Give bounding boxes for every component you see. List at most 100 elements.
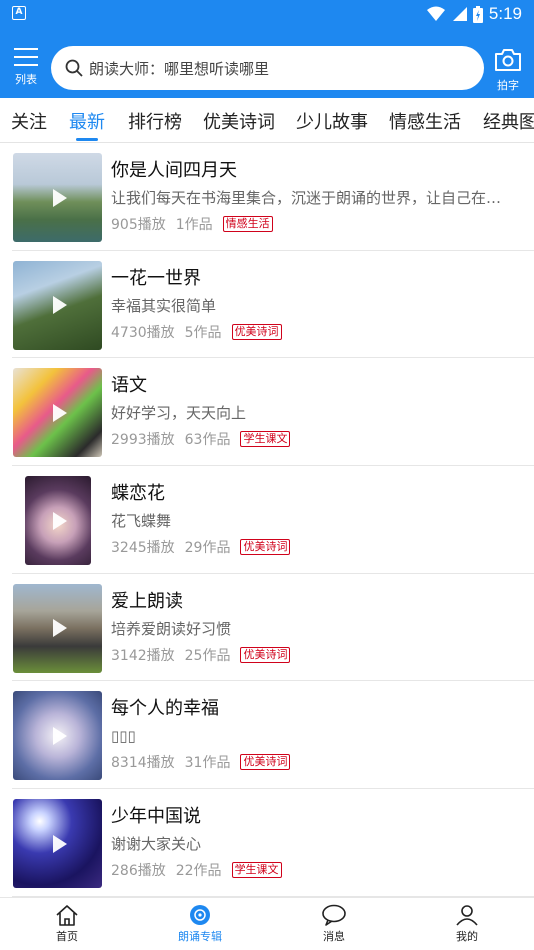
album-cover <box>13 153 102 242</box>
play-icon <box>52 619 67 638</box>
album-meta: 4730播放 5作品 优美诗词 <box>111 322 522 342</box>
status-icons: 5:19 <box>426 4 522 24</box>
work-count: 5作品 <box>184 324 222 341</box>
tab-emotional-life[interactable]: 情感生活 <box>389 108 461 134</box>
tab-classics[interactable]: 经典图 <box>483 108 534 134</box>
clock: 5:19 <box>488 4 522 23</box>
work-count: 1作品 <box>175 217 213 233</box>
album-info: 蝶恋花 花飞蝶舞 3245播放 29作品 优美诗词 <box>111 482 522 557</box>
menu-label: 列表 <box>15 73 37 86</box>
home-icon <box>56 905 78 926</box>
album-cover <box>25 476 91 566</box>
album-meta: 8314播放 31作品 优美诗词 <box>111 752 522 772</box>
camera-button[interactable]: 拍字 <box>492 48 524 92</box>
play-count: 905播放 <box>111 217 166 233</box>
play-count: 2993播放 <box>111 432 175 449</box>
category-tag[interactable]: 优美诗词 <box>240 754 291 771</box>
nav-profile[interactable]: 我的 <box>427 904 507 944</box>
play-count: 8314播放 <box>111 755 175 772</box>
work-count: 29作品 <box>184 540 231 557</box>
album-meta: 3142播放 25作品 优美诗词 <box>111 645 522 665</box>
play-count: 4730播放 <box>111 324 175 341</box>
play-icon <box>52 188 67 207</box>
search-placeholder: 朗读大师：哪里想听读哪里 <box>89 59 270 78</box>
album-info: 语文 好好学习，天天向上 2993播放 63作品 学生课文 <box>111 374 522 449</box>
album-cover <box>13 368 102 458</box>
list-item[interactable]: 蝶恋花 花飞蝶舞 3245播放 29作品 优美诗词 <box>12 466 534 574</box>
category-tag[interactable]: 学生课文 <box>240 431 291 448</box>
album-info: 每个人的幸福 ▯▯▯ 8314播放 31作品 优美诗词 <box>111 697 522 772</box>
play-icon <box>52 726 67 745</box>
category-tag[interactable]: 优美诗词 <box>240 539 291 556</box>
tab-ranking[interactable]: 排行榜 <box>128 108 182 134</box>
tab-latest[interactable]: 最新 <box>69 108 105 134</box>
nav-messages[interactable]: 消息 <box>294 904 374 944</box>
category-tag[interactable]: 情感生活 <box>222 216 273 232</box>
play-count: 3142播放 <box>111 647 175 664</box>
category-tag[interactable]: 学生课文 <box>231 862 282 879</box>
camera-icon <box>495 49 521 71</box>
album-list: 你是人间四月天 让我们每天在书海里集合，沉迷于朗诵的世界，让自己在… 905播放… <box>0 143 534 897</box>
category-tag[interactable]: 优美诗词 <box>240 646 291 663</box>
nav-home[interactable]: 首页 <box>27 904 107 944</box>
nav-albums[interactable]: 朗诵专辑 <box>160 904 240 944</box>
album-meta: 286播放 22作品 学生课文 <box>111 860 522 880</box>
message-icon <box>322 904 346 926</box>
play-count: 286播放 <box>111 863 166 880</box>
play-icon <box>52 834 67 853</box>
wifi-icon <box>426 6 445 21</box>
list-item[interactable]: 爱上朗读 培养爱朗读好习惯 3142播放 25作品 优美诗词 <box>12 574 534 682</box>
album-title: 每个人的幸福 <box>111 698 219 720</box>
work-count: 63作品 <box>184 432 231 449</box>
album-description: 好好学习，天天向上 <box>111 404 247 423</box>
list-item[interactable]: 语文 好好学习，天天向上 2993播放 63作品 学生课文 <box>12 358 534 467</box>
bottom-navigation: 首页 朗诵专辑 消息 我的 <box>0 897 534 950</box>
app-header: 列表 朗读大师：哪里想听读哪里 拍字 <box>0 28 534 98</box>
album-description: 谢谢大家关心 <box>111 835 202 854</box>
album-description: ▯▯▯ <box>111 727 136 746</box>
list-item[interactable]: 一花一世界 幸福其实很简单 4730播放 5作品 优美诗词 <box>12 251 534 359</box>
tab-kids-stories[interactable]: 少儿故事 <box>296 108 368 134</box>
album-info: 你是人间四月天 让我们每天在书海里集合，沉迷于朗诵的世界，让自己在… 905播放… <box>111 159 522 234</box>
album-meta: 2993播放 63作品 学生课文 <box>111 429 522 449</box>
work-count: 25作品 <box>184 647 231 664</box>
play-icon <box>52 296 67 315</box>
album-title: 蝶恋花 <box>111 483 165 505</box>
category-tag[interactable]: 优美诗词 <box>231 323 282 340</box>
list-item[interactable]: 少年中国说 谢谢大家关心 286播放 22作品 学生课文 <box>12 789 534 897</box>
album-title: 一花一世界 <box>111 267 201 289</box>
app-notification-icon: A <box>12 6 26 20</box>
album-description: 培养爱朗读好习惯 <box>111 619 232 638</box>
work-count: 31作品 <box>184 755 231 772</box>
album-description: 幸福其实很简单 <box>111 296 217 315</box>
play-icon <box>52 403 67 422</box>
album-meta: 3245播放 29作品 优美诗词 <box>111 537 522 557</box>
tab-follow[interactable]: 关注 <box>11 108 47 134</box>
album-info: 少年中国说 谢谢大家关心 286播放 22作品 学生课文 <box>111 805 522 880</box>
category-tabs: 关注 最新 排行榜 优美诗词 少儿故事 情感生活 经典图 <box>0 98 534 143</box>
battery-icon <box>472 5 483 23</box>
album-meta: 905播放 1作品 情感生活 <box>111 214 522 234</box>
status-bar: A 5:19 <box>0 0 534 28</box>
album-cover <box>13 799 102 889</box>
album-icon <box>190 905 210 925</box>
profile-icon <box>456 905 478 926</box>
list-item[interactable]: 你是人间四月天 让我们每天在书海里集合，沉迷于朗诵的世界，让自己在… 905播放… <box>12 143 534 251</box>
nav-home-label: 首页 <box>56 930 78 943</box>
tab-active-indicator <box>76 138 98 141</box>
album-info: 爱上朗读 培养爱朗读好习惯 3142播放 25作品 优美诗词 <box>111 590 522 665</box>
album-cover <box>13 583 102 673</box>
album-title: 语文 <box>111 375 147 397</box>
album-description: 让我们每天在书海里集合，沉迷于朗诵的世界，让自己在… <box>111 189 502 207</box>
nav-profile-label: 我的 <box>456 930 478 943</box>
tab-poetry[interactable]: 优美诗词 <box>203 108 275 134</box>
list-item[interactable]: 每个人的幸福 ▯▯▯ 8314播放 31作品 优美诗词 <box>12 681 534 790</box>
menu-button[interactable]: 列表 <box>8 48 44 92</box>
signal-icon <box>452 7 467 21</box>
play-icon <box>53 511 67 530</box>
album-cover <box>13 691 102 781</box>
search-input[interactable]: 朗读大师：哪里想听读哪里 <box>51 46 484 90</box>
search-icon <box>65 59 83 77</box>
album-info: 一花一世界 幸福其实很简单 4730播放 5作品 优美诗词 <box>111 267 522 342</box>
album-title: 少年中国说 <box>111 806 201 828</box>
